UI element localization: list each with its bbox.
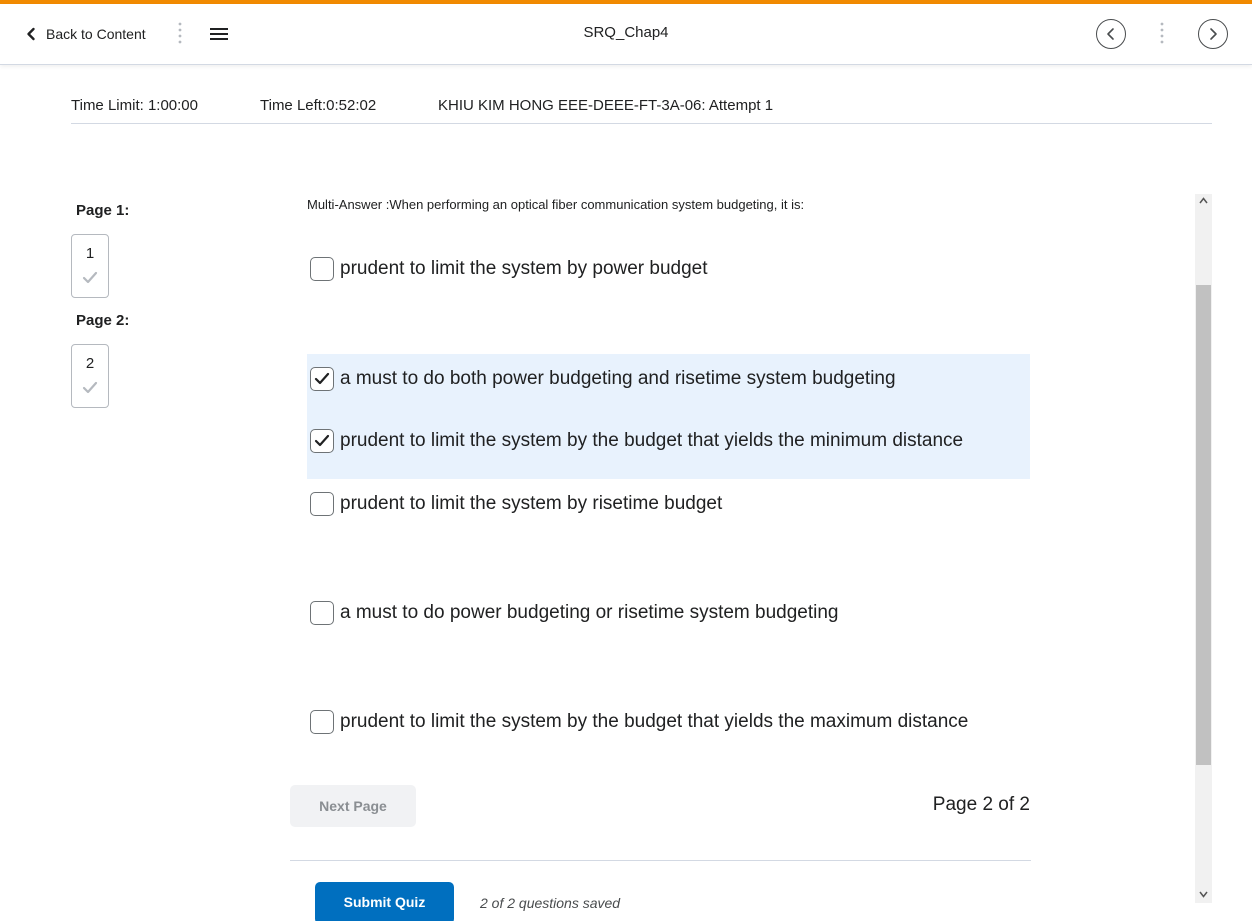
time-limit: Time Limit: 1:00:00 [71,97,198,114]
checkmark-icon [82,381,98,394]
answer-checkbox[interactable] [310,601,334,625]
answer-option[interactable]: prudent to limit the system by risetime … [310,491,722,517]
answer-option[interactable]: prudent to limit the system by power bud… [310,256,708,282]
answer-option-label: prudent to limit the system by power bud… [340,258,708,279]
top-navigation-bar: Back to Content SRQ_Chap4 [0,4,1252,65]
answer-option-label: prudent to limit the system by the budge… [340,711,969,732]
page-2-label: Page 2: [76,312,130,329]
submit-quiz-button[interactable]: Submit Quiz [315,882,454,921]
answer-option-label: a must to do both power budgeting and ri… [340,368,896,389]
answer-option-label: prudent to limit the system by the budge… [340,430,964,451]
answer-option[interactable]: prudent to limit the system by the budge… [310,709,968,735]
scroll-up-arrow-icon[interactable] [1199,197,1208,204]
chevron-left-icon [1107,28,1114,40]
answer-option-label: prudent to limit the system by risetime … [340,493,723,514]
answer-checkbox[interactable] [310,710,334,734]
answer-option-label: a must to do power budgeting or risetime… [340,602,839,623]
chevron-right-icon [1210,28,1217,40]
answer-checkbox[interactable] [310,492,334,516]
answer-checkbox[interactable] [310,367,334,391]
quiz-info-bar: Time Limit: 1:00:00 Time Left:0:52:02 KH… [71,96,1212,124]
attempt-info: KHIU KIM HONG EEE-DEEE-FT-3A-06: Attempt… [438,97,774,114]
page-title: SRQ_Chap4 [583,24,669,41]
vertical-dots-icon [1160,22,1164,44]
checkmark-icon [314,372,330,385]
previous-topic-button[interactable] [1096,19,1126,49]
checkmark-icon [314,434,330,447]
next-topic-button[interactable] [1198,19,1228,49]
next-page-button[interactable]: Next Page [290,785,416,827]
answer-checkbox[interactable] [310,257,334,281]
answer-option[interactable]: a must to do both power budgeting and ri… [310,366,896,392]
question-number: 2 [85,355,95,372]
time-left: Time Left:0:52:02 [260,97,377,114]
page-indicator: Page 2 of 2 [932,794,1030,815]
page-1-label: Page 1: [76,202,130,219]
answer-option[interactable]: a must to do power budgeting or risetime… [310,600,839,626]
page-1-question-button[interactable]: 1 [71,234,109,298]
saved-status: 2 of 2 questions saved [480,895,621,911]
scrollbar-thumb[interactable] [1196,285,1211,765]
scroll-down-arrow-icon[interactable] [1199,891,1208,898]
page-2-question-button[interactable]: 2 [71,344,109,408]
scrollbar[interactable] [1195,194,1212,903]
divider [290,860,1031,861]
checkmark-icon [82,271,98,284]
question-number: 1 [85,245,95,262]
question-text: Multi-Answer :When performing an optical… [307,197,805,212]
answer-checkbox[interactable] [310,429,334,453]
answer-option[interactable]: prudent to limit the system by the budge… [310,428,963,454]
